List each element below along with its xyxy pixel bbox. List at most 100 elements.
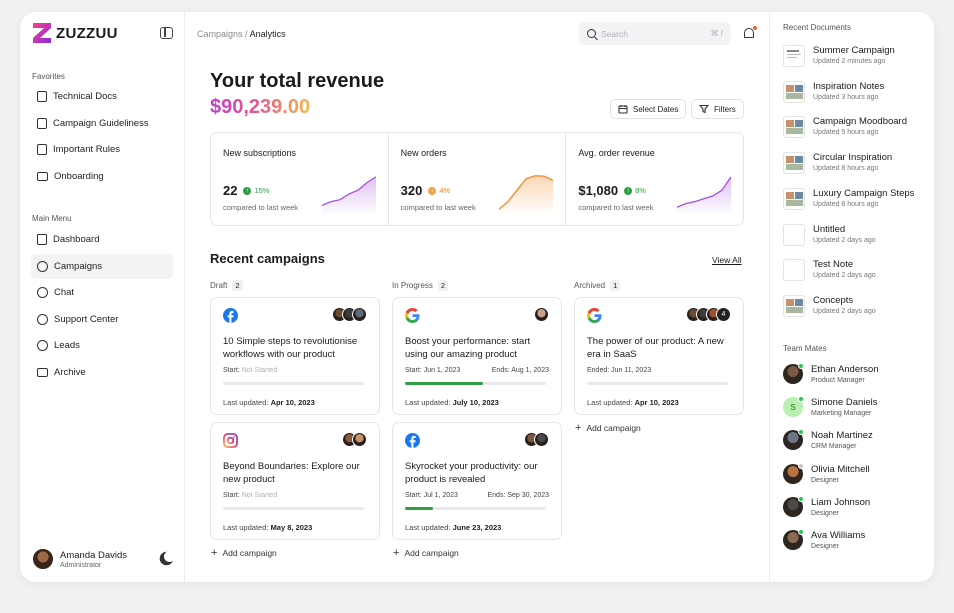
sidebar-item-leads[interactable]: Leads xyxy=(31,333,173,358)
filter-icon xyxy=(699,104,709,114)
team-mate[interactable]: Ethan Anderson Product Manager xyxy=(783,363,879,384)
favorite-item-onboarding[interactable]: Onboarding xyxy=(31,164,173,189)
progress-bar xyxy=(405,507,546,510)
search-placeholder: Search xyxy=(601,28,628,39)
favorite-item-important-rules[interactable]: Important Rules xyxy=(31,137,173,162)
add-campaign-button[interactable]: + Add campaign xyxy=(210,548,380,559)
status-dot xyxy=(798,462,804,469)
column-name: Archived xyxy=(574,280,606,290)
document-name: Campaign Moodboard xyxy=(813,116,908,128)
updated-date: July 10, 2023 xyxy=(452,398,499,407)
sidebar-toggle-icon[interactable] xyxy=(160,27,173,39)
avatar xyxy=(352,307,367,322)
sidebar-item-support-center[interactable]: Support Center xyxy=(31,307,173,332)
arrow-up-icon: ↑ xyxy=(624,186,633,195)
campaign-title: Skyrocket your productivity: our product… xyxy=(405,461,538,485)
bell-icon[interactable] xyxy=(744,28,754,38)
team-mate[interactable]: S Simone Daniels Marketing Manager xyxy=(783,396,878,418)
document-updated: Updated 3 hours ago xyxy=(813,93,879,101)
campaign-card[interactable]: Skyrocket your productivity: our product… xyxy=(392,422,562,540)
mate-role: Marketing Manager xyxy=(811,410,872,418)
campaign-card[interactable]: Beyond Boundaries: Explore our new produ… xyxy=(210,422,380,540)
favorite-item-campaign-guideliness[interactable]: Campaign Guideliness xyxy=(31,111,173,136)
column-count: 2 xyxy=(232,279,243,291)
add-campaign-button[interactable]: + Add campaign xyxy=(574,423,744,434)
facebook-icon xyxy=(405,433,420,448)
column-header: Archived 1 xyxy=(574,279,744,291)
select-dates-button[interactable]: Select Dates xyxy=(610,99,687,119)
campaign-dates: Ended: Jun 11, 2023 xyxy=(587,367,731,374)
stat-label: New orders xyxy=(400,148,447,158)
member-avatars xyxy=(534,307,549,322)
view-all-link[interactable]: View All xyxy=(712,255,742,265)
stat-value-row: $1,080 ↑ 8% xyxy=(578,183,646,198)
start-date: Not Started xyxy=(241,367,278,374)
team-mate[interactable]: Noah Martinez CRM Manager xyxy=(783,429,873,451)
document-item[interactable]: Summer Campaign Updated 2 minutes ago xyxy=(783,45,895,67)
mate-name: Ava Williams xyxy=(811,530,866,541)
team-mate[interactable]: Ava Williams Designer xyxy=(783,529,866,550)
end-date: Sep 30, 2023 xyxy=(507,492,549,499)
breadcrumb-campaigns[interactable]: Campaigns xyxy=(197,29,243,39)
status-dot xyxy=(798,396,804,403)
menu-label: Dashboard xyxy=(53,234,100,245)
sidebar-item-dashboard[interactable]: Dashboard xyxy=(31,227,173,252)
sidebar-item-campaigns[interactable]: Campaigns xyxy=(31,253,173,279)
team-mates-title: Team Mates xyxy=(783,344,827,353)
document-name: Concepts xyxy=(813,294,854,306)
brand-logo[interactable]: ZUZZUU xyxy=(32,22,118,44)
stat-value-row: 22 ↑ 15% xyxy=(223,183,269,198)
campaign-card[interactable]: 4 The power of our product: A new era in… xyxy=(574,297,744,415)
document-item[interactable]: Campaign Moodboard Updated 5 hours ago xyxy=(783,116,908,139)
end-label: Ends: xyxy=(491,367,510,374)
campaign-card[interactable]: 10 Simple steps to revolutionise workflo… xyxy=(210,297,380,415)
last-updated: Last updated: Apr 10, 2023 xyxy=(223,398,315,407)
document-name: Test Note xyxy=(813,259,854,271)
app-window: ZUZZUU Favorites Technical Docs Campaign… xyxy=(20,12,934,582)
add-campaign-button[interactable]: + Add campaign xyxy=(392,548,562,559)
folder-icon xyxy=(37,367,48,377)
document-thumbnail xyxy=(783,152,805,175)
document-item[interactable]: Circular Inspiration Updated 8 hours ago xyxy=(783,152,892,175)
sidebar-item-archive[interactable]: Archive xyxy=(31,360,173,385)
campaign-card[interactable]: Boost your performance: start using our … xyxy=(392,297,562,415)
document-icon xyxy=(37,117,47,129)
start-label: Start: xyxy=(223,492,240,499)
add-campaign-label: Add campaign xyxy=(404,548,459,558)
favorite-item-technical-docs[interactable]: Technical Docs xyxy=(31,84,173,109)
menu-label: Support Center xyxy=(54,313,119,325)
updated-date: June 23, 2023 xyxy=(452,523,502,532)
arrow-down-icon: ↓ xyxy=(428,186,437,195)
status-dot xyxy=(798,529,804,535)
document-item[interactable]: Inspiration Notes Updated 3 hours ago xyxy=(783,80,884,103)
team-mate[interactable]: Liam Johnson Designer xyxy=(783,495,870,517)
document-item[interactable]: Luxury Campaign Steps Updated 8 hours ag… xyxy=(783,187,915,210)
updated-label: Last updated: xyxy=(223,523,269,532)
menu-label: Archive xyxy=(54,366,86,378)
progress-fill xyxy=(405,507,434,510)
current-user[interactable]: Amanda Davids Administrator xyxy=(32,548,127,570)
main-content: Campaigns / Analytics Search ⌘ / Your to… xyxy=(186,12,769,582)
campaign-dates: Start: Not Started xyxy=(223,367,367,374)
document-updated: Updated 2 days ago xyxy=(813,272,876,280)
document-item[interactable]: Test Note Updated 2 days ago xyxy=(783,259,876,282)
document-item[interactable]: Concepts Updated 2 days ago xyxy=(783,294,876,317)
dark-mode-toggle-icon[interactable] xyxy=(164,551,175,562)
team-mate[interactable]: Olivia Mitchell Designer xyxy=(783,462,870,484)
campaign-dates: Start: Jul 1, 2023 Ends: Sep 30, 2023 xyxy=(405,492,549,499)
updated-date: Apr 10, 2023 xyxy=(270,398,315,407)
search-input[interactable]: Search ⌘ / xyxy=(579,22,731,45)
document-name: Luxury Campaign Steps xyxy=(813,187,915,199)
breadcrumb: Campaigns / Analytics xyxy=(197,29,286,39)
arrow-up-icon: ↑ xyxy=(243,186,252,195)
document-item[interactable]: Untitled Updated 2 days ago xyxy=(783,223,876,246)
start-label: Start: xyxy=(405,367,422,374)
updated-label: Last updated: xyxy=(587,398,633,407)
mate-role: Designer xyxy=(811,543,840,550)
campaign-title: Boost your performance: start using our … xyxy=(405,336,531,360)
campaign-icon xyxy=(37,260,48,272)
end-label: Ends: xyxy=(487,492,506,499)
sidebar-item-chat[interactable]: Chat xyxy=(31,280,173,305)
filters-button[interactable]: Filters xyxy=(691,99,744,119)
avatar xyxy=(534,307,549,322)
